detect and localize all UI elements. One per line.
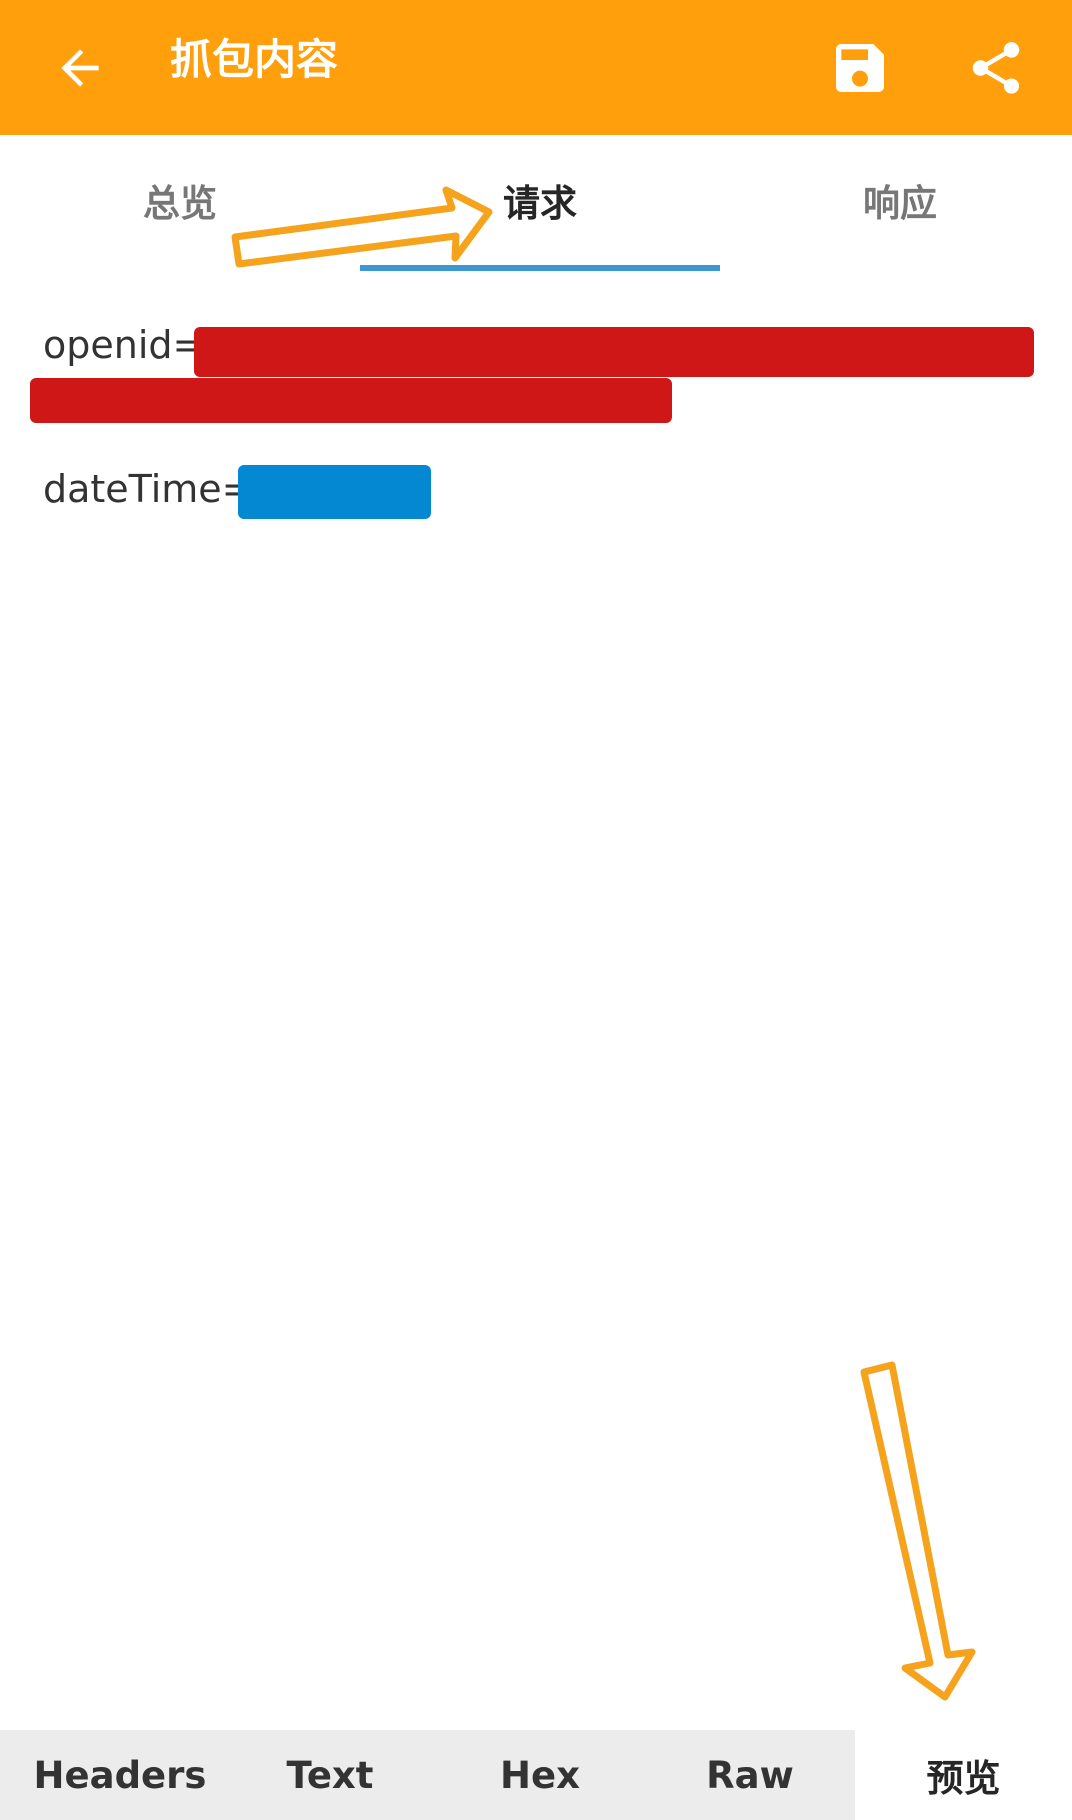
- back-button[interactable]: [32, 20, 128, 116]
- tab-preview[interactable]: 预览: [855, 1730, 1072, 1820]
- body-view-tabs: Headers Text Hex Raw 预览: [0, 1730, 1072, 1820]
- share-icon: [972, 42, 1020, 94]
- tab-response[interactable]: 响应: [720, 165, 1072, 235]
- tab-overview[interactable]: 总览: [0, 165, 360, 235]
- active-tab-indicator: [360, 265, 720, 271]
- param-datetime-label: dateTime=: [43, 467, 254, 511]
- capture-content-screen: 抓包内容 总览 请求 响应 openid= dateTime= Headers …: [0, 0, 1072, 1820]
- tab-hex[interactable]: Hex: [420, 1730, 660, 1820]
- tab-text[interactable]: Text: [210, 1730, 450, 1820]
- app-toolbar: 抓包内容: [0, 0, 1072, 135]
- save-icon: [836, 44, 884, 92]
- arrow-down-annotation: [860, 1361, 976, 1701]
- redaction-openid-line1: [194, 327, 1034, 377]
- share-button[interactable]: [948, 20, 1044, 116]
- redaction-datetime: [238, 465, 431, 519]
- detail-tabs: 总览 请求 响应: [0, 135, 1072, 275]
- save-button[interactable]: [812, 20, 908, 116]
- redaction-openid-line2: [30, 378, 672, 423]
- tab-headers[interactable]: Headers: [0, 1730, 240, 1820]
- tab-request[interactable]: 请求: [360, 165, 720, 235]
- tab-raw[interactable]: Raw: [630, 1730, 870, 1820]
- page-title: 抓包内容: [170, 35, 339, 84]
- param-openid-label: openid=: [43, 323, 205, 367]
- arrow-back-icon: [61, 49, 99, 87]
